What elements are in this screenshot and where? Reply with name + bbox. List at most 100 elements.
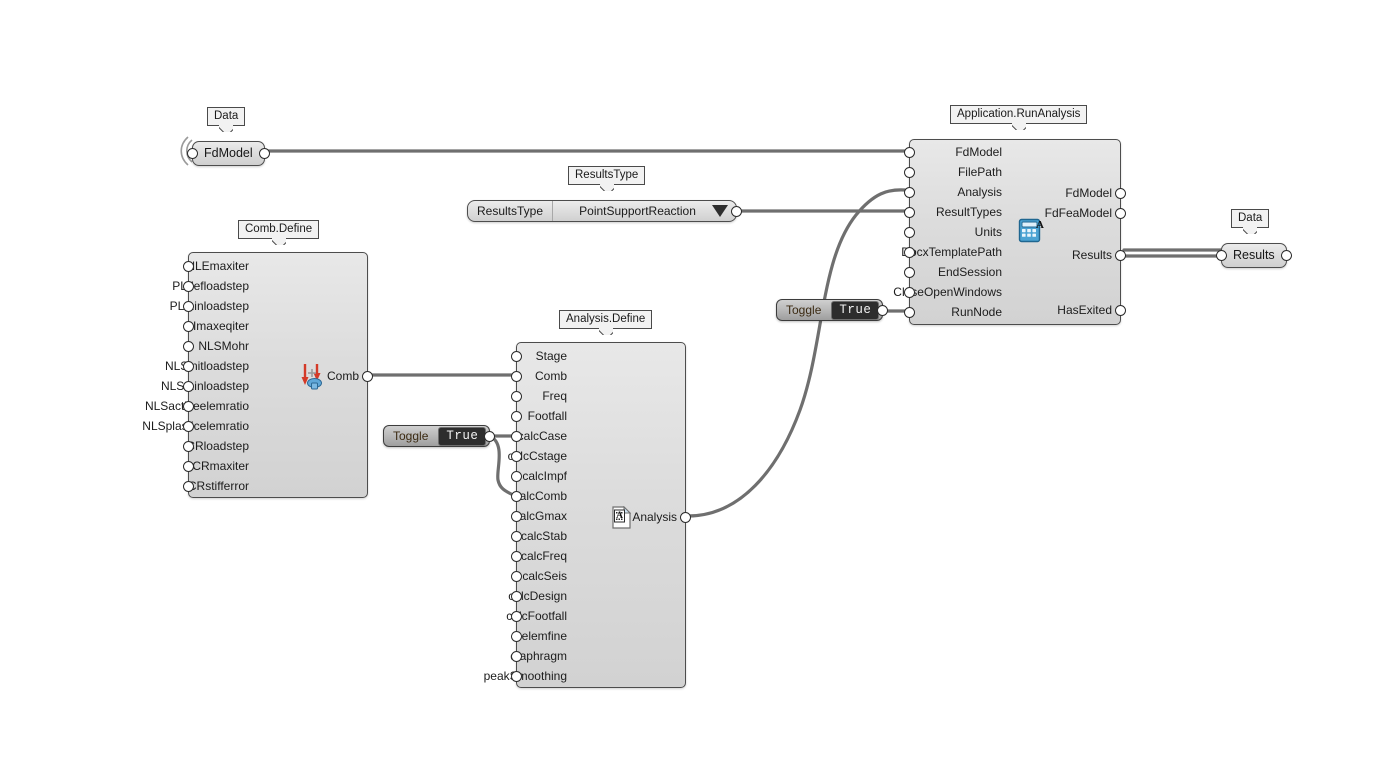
port-out-comb[interactable]: [362, 371, 373, 382]
node-comb-define[interactable]: NLEmaxiter PLdefloadstep PLminloadstep PIma…: [142, 252, 373, 498]
port-in-results[interactable]: [1216, 250, 1227, 261]
input-row: Freq: [517, 386, 685, 406]
input-port-label: CRstifferror: [187, 479, 249, 493]
nametag-analysis-define: Analysis.Define: [559, 310, 653, 329]
port-in-calcfootfall[interactable]: [511, 611, 522, 622]
port-in-nlsmohr[interactable]: [183, 341, 194, 352]
port-in-nlsplasticelemratio[interactable]: [183, 421, 194, 432]
node-results-output[interactable]: Results: [1216, 243, 1292, 268]
toggle-value-button[interactable]: True: [831, 300, 880, 320]
node-fdmodel-label: FdModel: [204, 146, 253, 160]
port-out-hasexited[interactable]: [1115, 305, 1126, 316]
node-application-runanalysis[interactable]: FdModel FilePath Analysis ResultTypes Units D…: [893, 139, 1126, 325]
port-out-results[interactable]: [1280, 250, 1292, 261]
nametag-fdmodel-data: Data: [207, 107, 246, 126]
node-resultstype-dropdown[interactable]: ResultsType PointSupportReaction: [467, 200, 742, 222]
runanalysis-input-rows: FdModel FilePath Analysis ResultTypes Units D…: [893, 140, 1120, 322]
port-in-footfall[interactable]: [511, 411, 522, 422]
input-port-label: FilePath: [957, 165, 1002, 179]
port-in-elemfine[interactable]: [511, 631, 522, 642]
input-port-label: FdModel: [955, 145, 1002, 159]
port-in-diaphragm[interactable]: [511, 651, 522, 662]
chevron-down-icon[interactable]: [712, 205, 728, 217]
input-port-label: Stage: [535, 349, 567, 363]
port-in-calcgmax[interactable]: [511, 511, 522, 522]
port-in-stage[interactable]: [511, 351, 522, 362]
port-in-nlsinitloadstep[interactable]: [183, 361, 194, 372]
port-in-analysis[interactable]: [904, 187, 915, 198]
port-in-runnode[interactable]: [904, 307, 915, 318]
output-port-label: FdFeaModel: [1044, 206, 1112, 220]
input-row: calcImpf: [517, 466, 685, 486]
port-in-calcdesign[interactable]: [511, 591, 522, 602]
input-port-label: elemfine: [521, 629, 567, 643]
input-port-label: calcSeis: [522, 569, 567, 583]
port-out-toggle-runnode[interactable]: [877, 305, 889, 316]
port-in-pldefloadstep[interactable]: [183, 281, 194, 292]
port-out-resultstype[interactable]: [731, 206, 742, 217]
node-results-label: Results: [1233, 248, 1275, 262]
node-toggle-runnode[interactable]: Toggle True: [776, 299, 889, 321]
node-graph-canvas[interactable]: Data FdModel Comb.Define NLEmaxiter PLdef…: [0, 0, 1375, 758]
nametag-text: ResultsType: [575, 169, 639, 181]
input-row: Footfall: [517, 406, 685, 426]
port-in-calcseis[interactable]: [511, 571, 522, 582]
port-in-calcfreq[interactable]: [511, 551, 522, 562]
port-in-calccstage[interactable]: [511, 451, 522, 462]
port-out-results[interactable]: [1115, 250, 1126, 261]
port-in-crstifferror[interactable]: [183, 481, 194, 492]
input-port-label: calcStab: [520, 529, 567, 543]
input-row: PLminloadstep: [170, 296, 367, 316]
toggle-value-button[interactable]: True: [438, 426, 487, 446]
port-in-comb[interactable]: [511, 371, 522, 382]
port-in-plminloadstep[interactable]: [183, 301, 194, 312]
nametag-text: Data: [1238, 212, 1263, 224]
dropdown-selected-value[interactable]: PointSupportReaction: [553, 201, 736, 221]
input-port-label: CRmaxiter: [192, 459, 249, 473]
input-row: PLdefloadstep: [172, 276, 367, 296]
nametag-text: Analysis.Define: [566, 313, 646, 325]
port-in-calccase[interactable]: [511, 431, 522, 442]
node-fdmodel-input[interactable]: FdModel: [187, 141, 270, 166]
port-in-freq[interactable]: [511, 391, 522, 402]
port-in-nlemaxiter[interactable]: [183, 261, 194, 272]
port-in-resulttypes[interactable]: [904, 207, 915, 218]
port-out-toggle-analysis[interactable]: [484, 431, 496, 442]
port-in-calccomb[interactable]: [511, 491, 522, 502]
port-in-crmaxiter[interactable]: [183, 461, 194, 472]
svg-text:A: A: [616, 511, 623, 521]
port-in-calcimpf[interactable]: [511, 471, 522, 482]
nametag-tail: [600, 184, 614, 191]
port-in-nlsminloadstep[interactable]: [183, 381, 194, 392]
input-port-label: Comb: [534, 369, 567, 383]
port-in-filepath[interactable]: [904, 167, 915, 178]
port-out-analysis[interactable]: [680, 512, 691, 523]
port-out-fdmodel[interactable]: [1115, 188, 1126, 199]
port-in-calcstab[interactable]: [511, 531, 522, 542]
input-port-label: calcImpf: [522, 469, 567, 483]
port-out-fdmodel[interactable]: [258, 148, 270, 159]
svg-text:A: A: [1036, 219, 1044, 231]
port-in-fdmodel[interactable]: [187, 148, 198, 159]
port-in-nlsactiveelemratio[interactable]: [183, 401, 194, 412]
port-in-closeopenwindows[interactable]: [904, 287, 915, 298]
input-row: calcDesign: [508, 586, 685, 606]
input-port-label: EndSession: [937, 265, 1002, 279]
input-row: FdModel: [910, 142, 1120, 162]
nametag-tail: [1012, 123, 1026, 130]
port-out-fdfeamodel[interactable]: [1115, 208, 1126, 219]
node-analysis-define[interactable]: Stage Comb Freq Footfall calcCase calcCstage c…: [484, 342, 691, 688]
input-row: elemfine: [517, 626, 685, 646]
input-row: PImaxeqiter: [185, 316, 367, 336]
node-toggle-analysis[interactable]: Toggle True: [383, 425, 496, 447]
port-in-fdmodel[interactable]: [904, 147, 915, 158]
port-in-crloadstep[interactable]: [183, 441, 194, 452]
port-in-endsession[interactable]: [904, 267, 915, 278]
wire-analysis-to-runanalysis-analysis: [686, 188, 907, 518]
port-in-units[interactable]: [904, 227, 915, 238]
port-in-pimaxeqiter[interactable]: [183, 321, 194, 332]
input-row: EndSession: [910, 262, 1120, 282]
port-in-peaksmoothing[interactable]: [511, 671, 522, 682]
port-in-docxtemplatepath[interactable]: [904, 247, 915, 258]
nametag-tail: [219, 125, 233, 132]
